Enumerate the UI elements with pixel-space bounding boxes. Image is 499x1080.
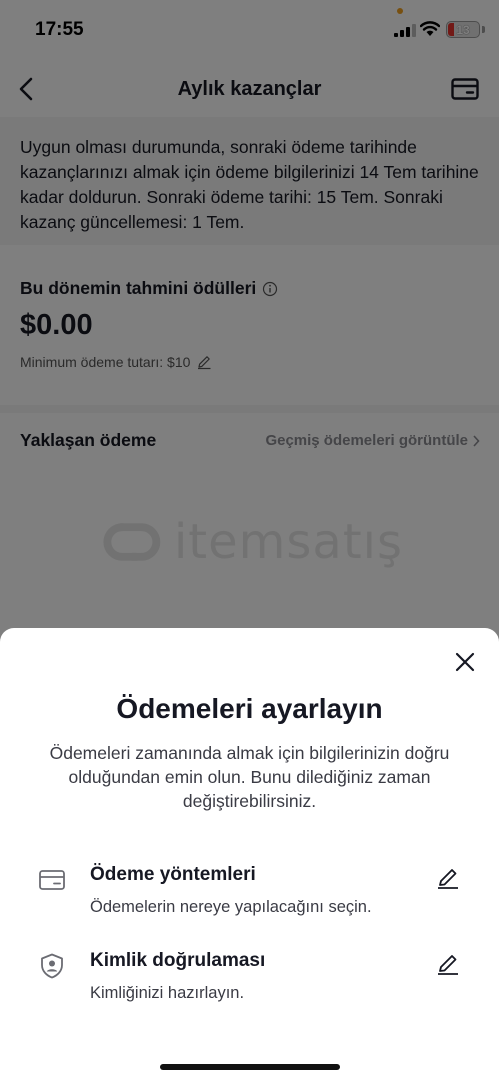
shield-user-icon: [41, 953, 63, 979]
setup-payments-sheet: Ödemeleri ayarlayın Ödemeleri zamanında …: [0, 628, 499, 1080]
sheet-title: Ödemeleri ayarlayın: [116, 693, 383, 724]
sheet-description: Ödemeleri zamanında almak için bilgileri…: [49, 743, 450, 811]
identity-verification-option[interactable]: Kimlik doğrulaması Kimliğinizi hazırlayı…: [0, 950, 499, 1020]
payment-methods-title: Ödeme yöntemleri: [90, 864, 256, 885]
edit-pencil-icon[interactable]: [436, 866, 460, 890]
payment-methods-option[interactable]: Ödeme yöntemleri Ödemelerin nereye yapıl…: [0, 864, 499, 934]
close-icon[interactable]: [455, 652, 475, 672]
home-indicator[interactable]: [160, 1064, 340, 1070]
identity-verification-subtitle: Kimliğinizi hazırlayın.: [90, 984, 245, 1002]
identity-verification-title: Kimlik doğrulaması: [90, 950, 266, 971]
edit-pencil-icon[interactable]: [436, 952, 460, 976]
payment-methods-subtitle: Ödemelerin nereye yapılacağını seçin.: [90, 898, 372, 916]
card-icon: [39, 870, 65, 890]
